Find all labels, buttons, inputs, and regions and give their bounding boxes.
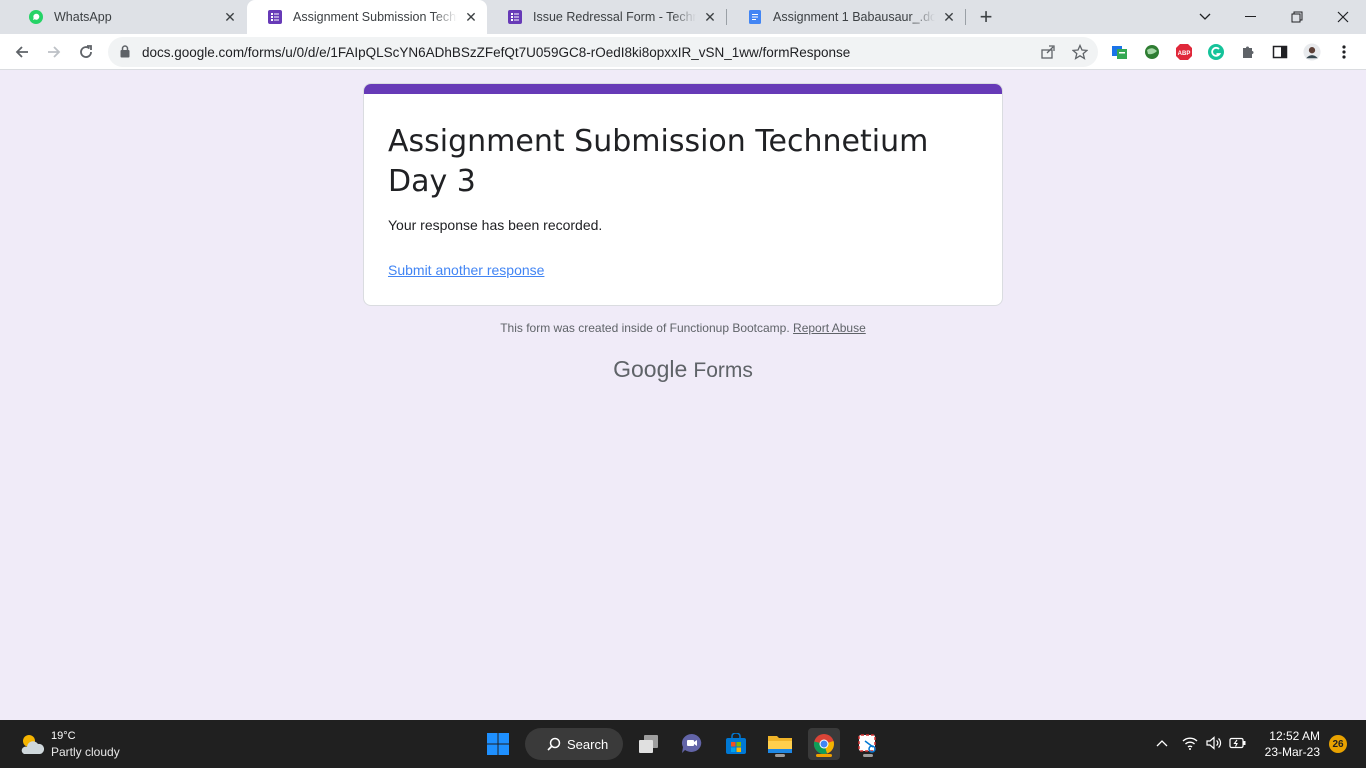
tab-strip: WhatsApp ✕ Assignment Submission Technet… [0,0,1366,34]
volume-icon[interactable] [1205,734,1223,752]
close-tab-icon[interactable]: ✕ [941,9,957,25]
report-abuse-link[interactable]: Report Abuse [793,321,866,335]
task-view-icon[interactable] [633,728,665,760]
partly-cloudy-icon [21,735,45,754]
share-icon[interactable] [1040,44,1056,60]
file-explorer-icon[interactable] [764,728,796,760]
back-arrow-icon[interactable] [10,40,34,64]
battery-charging-icon[interactable] [1229,734,1247,752]
adblock-plus-icon[interactable]: ABP [1175,43,1193,61]
tab-title: WhatsApp [54,10,112,24]
form-confirmation-card: Assignment Submission Technetium Day 3 Y… [363,83,1003,306]
google-forms-icon [268,10,282,24]
snipping-tool-icon[interactable] [852,728,884,760]
google-docs-icon [749,10,761,24]
tab-separator [965,9,966,25]
minimize-icon[interactable] [1228,0,1274,34]
weather-condition: Partly cloudy [51,745,120,759]
side-panel-icon[interactable] [1271,43,1289,61]
close-tab-icon[interactable]: ✕ [702,9,718,25]
show-hidden-icons-chevron[interactable] [1153,734,1171,752]
lock-icon[interactable] [120,45,130,58]
close-tab-icon[interactable]: ✕ [222,9,238,25]
tab-title: Issue Redressal Form - Technetium [533,10,696,24]
browser-menu-icon[interactable] [1335,43,1353,61]
close-window-icon[interactable] [1320,0,1366,34]
search-icon [547,737,561,751]
search-label: Search [567,736,609,752]
extensions-puzzle-icon[interactable] [1239,43,1257,61]
footer-text: This form was created inside of Function… [500,321,790,335]
running-indicator [775,754,785,757]
running-indicator [863,754,873,757]
tab-issue-redressal[interactable]: Issue Redressal Form - Technetium ✕ [487,0,726,34]
close-tab-icon[interactable]: ✕ [463,9,479,25]
active-window-indicator [816,754,832,757]
windows-taskbar: 19°C Partly cloudy Search 12:52 AM 23-Ma… [0,720,1366,768]
form-footer-note: This form was created inside of Function… [0,321,1366,335]
taskbar-search[interactable]: Search [525,728,623,760]
reload-icon[interactable] [74,40,98,64]
microsoft-store-icon[interactable] [720,728,752,760]
restore-icon[interactable] [1274,0,1320,34]
globe-extension-icon[interactable] [1143,43,1161,61]
submit-another-response-link[interactable]: Submit another response [388,262,544,278]
google-forms-logo[interactable]: Google Forms [0,356,1366,383]
browser-toolbar: docs.google.com/forms/u/0/d/e/1FAIpQLScY… [0,34,1366,70]
new-tab-icon[interactable]: + [976,6,996,28]
google-forms-icon [508,10,522,24]
svg-text:ABP: ABP [1178,51,1191,57]
google-wordmark: Google [613,356,688,382]
profile-avatar[interactable] [1303,43,1321,61]
card-accent-bar [364,84,1002,94]
forward-arrow-icon[interactable] [42,40,66,64]
response-recorded-message: Your response has been recorded. [388,217,603,233]
tab-assignment-submission[interactable]: Assignment Submission Technetium Day 3 ✕ [247,0,487,34]
clock-date: 23-Mar-23 [1264,745,1320,759]
system-clock[interactable]: 12:52 AM 23-Mar-23 [1254,728,1320,760]
forms-wordmark: Forms [693,359,753,382]
wifi-icon[interactable] [1181,734,1199,752]
weather-temperature: 19°C [51,730,76,742]
tab-google-docs[interactable]: Assignment 1 Babausaur_.docx - Google Do… [727,0,965,34]
notification-count-badge[interactable]: 26 [1329,735,1347,753]
teams-chat-icon[interactable] [676,728,708,760]
tab-whatsapp[interactable]: WhatsApp ✕ [8,0,246,34]
clock-time: 12:52 AM [1269,729,1320,743]
grammarly-icon[interactable] [1207,43,1225,61]
tab-search-chevron-icon[interactable] [1182,0,1228,34]
whatsapp-icon [29,10,43,24]
url-text[interactable]: docs.google.com/forms/u/0/d/e/1FAIpQLScY… [142,45,850,60]
chrome-taskbar-icon[interactable] [808,728,840,760]
start-windows-icon[interactable] [482,728,514,760]
translate-extension-icon[interactable] [1111,43,1129,61]
bookmark-star-icon[interactable] [1072,44,1088,60]
tab-title: Assignment 1 Babausaur_.docx - Google Do… [773,10,935,24]
address-bar[interactable]: docs.google.com/forms/u/0/d/e/1FAIpQLScY… [108,37,1098,67]
tab-title: Assignment Submission Technetium Day 3 [293,10,457,24]
form-title: Assignment Submission Technetium Day 3 [388,124,929,199]
weather-widget[interactable]: 19°C Partly cloudy [16,728,136,760]
